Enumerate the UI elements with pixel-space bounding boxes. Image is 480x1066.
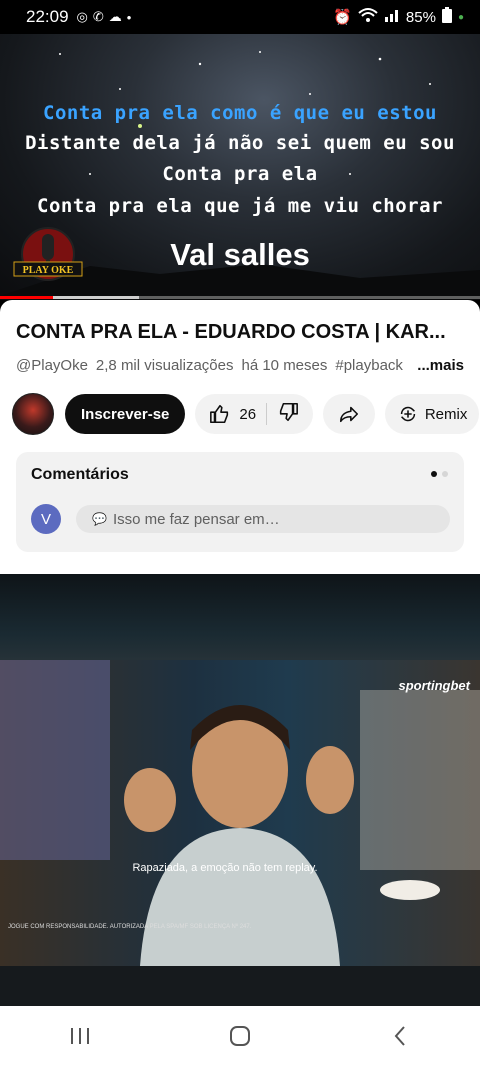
- pager-dot-active: [431, 471, 437, 477]
- notification-icons: ◎ ✆ ☁ •: [77, 9, 132, 25]
- battery-text: 85%: [405, 8, 436, 26]
- like-divider: [266, 403, 268, 425]
- status-right: ⏰ 85% ●: [333, 7, 464, 27]
- dot-icon: •: [126, 9, 132, 25]
- ad-person-illustration: [0, 660, 480, 966]
- hashtag[interactable]: #playback: [335, 357, 403, 374]
- cloud-icon: ☁: [108, 9, 122, 24]
- thumbs-down-icon: [279, 402, 299, 422]
- ad-top-gradient: [0, 574, 480, 660]
- ad-video[interactable]: sportingbet Rapaziada, a emoção não tem …: [0, 574, 480, 1006]
- comments-pager: [431, 471, 448, 477]
- video-info-panel: CONTA PRA ELA - EDUARDO COSTA | KAR... @…: [0, 300, 480, 574]
- alarm-icon: ⏰: [333, 9, 352, 26]
- like-button[interactable]: 26: [209, 403, 256, 425]
- like-count: 26: [239, 405, 257, 423]
- signal-icon: [384, 8, 400, 26]
- subscribe-button[interactable]: Inscrever-se: [65, 394, 186, 434]
- share-button[interactable]: [323, 394, 376, 434]
- more-button[interactable]: ...mais: [417, 357, 464, 374]
- pager-dot: [442, 471, 448, 477]
- status-time: 22:09: [26, 7, 69, 26]
- dislike-button[interactable]: [277, 401, 299, 427]
- view-count: 2,8 mil visualizações: [95, 357, 234, 374]
- status-bar: 22:09 ◎ ✆ ☁ • ⏰ 85% ●: [0, 0, 480, 34]
- user-avatar: V: [31, 504, 61, 534]
- progress-buffered: [53, 296, 139, 299]
- ad-disclaimer: JOGUE COM RESPONSABILIDADE. AUTORIZADA P…: [8, 924, 252, 930]
- video-meta[interactable]: @PlayOke 2,8 mil visualizações há 10 mes…: [16, 357, 464, 374]
- upload-age: há 10 meses: [241, 357, 328, 374]
- lyric-line-4: Conta pra ela que já me viu chorar: [37, 195, 443, 217]
- ad-brand-logo: sportingbet: [398, 678, 471, 693]
- remix-button[interactable]: Remix: [385, 394, 480, 434]
- system-nav-bar: [0, 1006, 480, 1066]
- ad-bottom-bar: [0, 966, 480, 1006]
- video-player[interactable]: Conta pra ela como é que eu estou Distan…: [0, 34, 480, 300]
- ad-caption: Rapaziada, a emoção não tem replay.: [132, 862, 318, 874]
- share-icon: [340, 406, 359, 423]
- channel-handle: @PlayOke: [16, 357, 88, 374]
- remix-icon: [400, 406, 416, 422]
- ad-room-scene: [0, 660, 480, 966]
- like-dislike-group: 26: [195, 394, 314, 434]
- recents-icon: [71, 1028, 89, 1044]
- notification-dot-icon: ●: [457, 11, 464, 23]
- home-button[interactable]: [210, 1016, 270, 1056]
- home-icon: [230, 1026, 250, 1046]
- video-progress-bar[interactable]: [0, 296, 480, 299]
- lyric-line-3: Conta pra ela: [162, 163, 318, 185]
- back-button[interactable]: [370, 1016, 430, 1056]
- progress-played: [0, 296, 53, 299]
- wifi-icon: [358, 7, 378, 27]
- video-title[interactable]: CONTA PRA ELA - EDUARDO COSTA | KAR...: [16, 321, 466, 344]
- whatsapp-icon: ✆: [92, 9, 104, 24]
- remix-label: Remix: [424, 405, 468, 423]
- channel-avatar[interactable]: [12, 393, 54, 435]
- lyric-line-2: Distante dela já não sei quem eu sou: [25, 132, 455, 154]
- playoke-logo: PLAY OKE: [12, 226, 84, 290]
- lyric-line-current: Conta pra ela como é que eu estou: [43, 102, 437, 124]
- instagram-icon: ◎: [76, 9, 88, 24]
- recent-apps-button[interactable]: [50, 1016, 110, 1056]
- chat-bubble-icon: 💬: [92, 512, 107, 526]
- action-row: Inscrever-se 26 Remix: [12, 393, 480, 435]
- back-icon: [394, 1026, 405, 1046]
- logo-text: PLAY OKE: [23, 265, 74, 276]
- comment-input[interactable]: 💬 Isso me faz pensar em…: [76, 505, 450, 533]
- comments-header: Comentários: [31, 466, 129, 483]
- battery-icon: [441, 7, 452, 27]
- comments-panel[interactable]: Comentários V 💬 Isso me faz pensar em…: [16, 452, 464, 552]
- comment-placeholder: Isso me faz pensar em…: [112, 510, 280, 528]
- thumbs-up-icon: [210, 404, 229, 424]
